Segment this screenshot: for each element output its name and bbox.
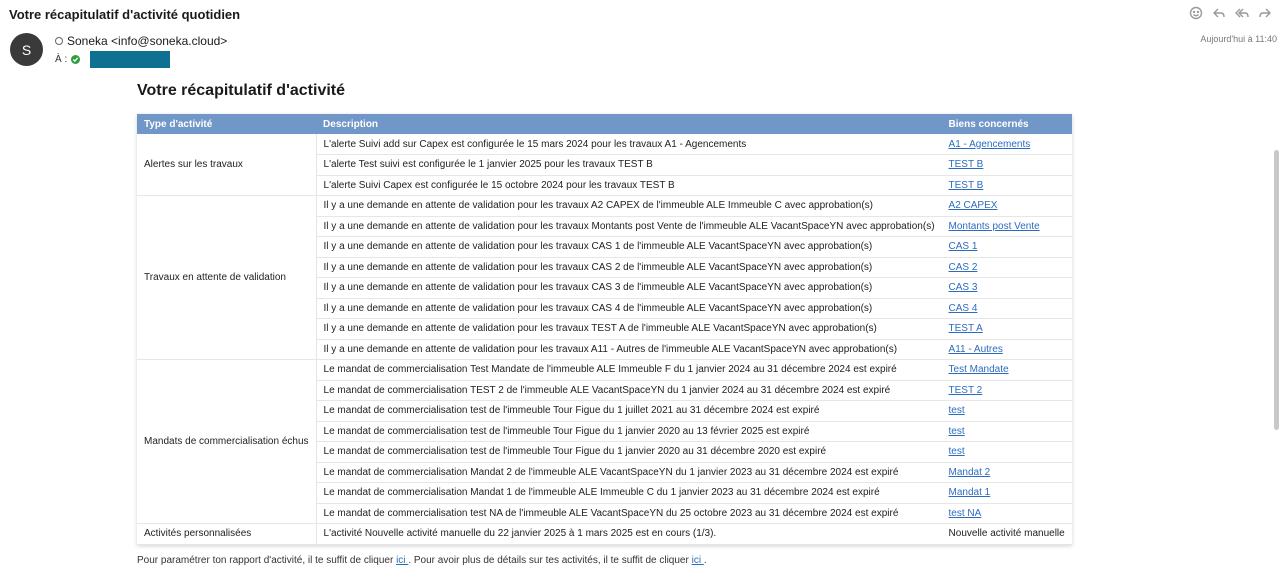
description-cell: Il y a une demande en attente de validat…: [316, 216, 942, 237]
to-label: À :: [55, 53, 68, 65]
bien-link[interactable]: CAS 4: [949, 303, 978, 314]
description-cell: Il y a une demande en attente de validat…: [316, 195, 942, 217]
bien-link[interactable]: A1 - Agencements: [949, 139, 1031, 150]
presence-status-icon: [55, 37, 63, 45]
description-cell: Le mandat de commercialisation test de l…: [316, 421, 942, 442]
description-cell: L'alerte Suivi Capex est configurée le 1…: [316, 175, 942, 196]
activity-type-cell: Travaux en attente de validation: [137, 195, 317, 360]
header-type: Type d'activité: [137, 114, 317, 134]
description-cell: L'alerte Test suivi est configurée le 1 …: [316, 154, 942, 176]
header-description: Description: [316, 114, 942, 134]
bien-link[interactable]: TEST B: [949, 180, 984, 191]
bien-cell: test: [941, 400, 1072, 422]
bien-cell: test: [941, 441, 1072, 463]
bien-link[interactable]: TEST 2: [949, 385, 983, 396]
header-biens: Biens concernés: [941, 114, 1072, 134]
bien-cell: A1 - Agencements: [941, 134, 1072, 155]
description-cell: Le mandat de commercialisation Mandat 1 …: [316, 482, 942, 504]
footer-text: Pour paramétrer ton rapport d'activité, …: [137, 555, 707, 566]
activity-type-cell: Mandats de commercialisation échus: [137, 359, 317, 524]
bien-cell: Test Mandate: [941, 359, 1072, 381]
bien-link[interactable]: Mandat 2: [949, 467, 991, 478]
recipient-address-redacted[interactable]: [90, 50, 171, 68]
bien-link[interactable]: TEST B: [949, 159, 984, 170]
description-cell: Le mandat de commercialisation test NA d…: [316, 503, 942, 524]
sender-avatar: S: [10, 33, 43, 66]
bien-cell: Nouvelle activité manuelle: [941, 523, 1072, 545]
verified-check-icon: [71, 54, 81, 64]
recipient-line: À :: [55, 50, 171, 68]
activity-type-cell: Alertes sur les travaux: [137, 134, 317, 196]
description-cell: Il y a une demande en attente de validat…: [316, 257, 942, 278]
bien-link[interactable]: test NA: [949, 508, 982, 519]
description-cell: Le mandat de commercialisation test de l…: [316, 400, 942, 422]
description-cell: Le mandat de commercialisation TEST 2 de…: [316, 380, 942, 401]
bien-link[interactable]: Test Mandate: [949, 364, 1009, 375]
bien-cell: TEST B: [941, 154, 1072, 176]
bien-cell: TEST B: [941, 175, 1072, 196]
email-toolbar: [1189, 6, 1272, 20]
bien-cell: Mandat 1: [941, 482, 1072, 504]
description-cell: Il y a une demande en attente de validat…: [316, 277, 942, 299]
description-cell: Il y a une demande en attente de validat…: [316, 236, 942, 258]
bien-cell: CAS 3: [941, 277, 1072, 299]
reply-icon[interactable]: [1212, 6, 1226, 20]
bien-cell: CAS 4: [941, 298, 1072, 319]
bien-link[interactable]: A2 CAPEX: [949, 200, 998, 211]
page-title: Votre récapitulatif d'activité: [137, 82, 346, 99]
bien-cell: test NA: [941, 503, 1072, 524]
bien-link[interactable]: test: [949, 405, 965, 416]
activity-table: Type d'activité Description Biens concer…: [137, 114, 1072, 545]
table-row: Alertes sur les travaux L'alerte Suivi ad…: [137, 134, 1072, 196]
description-cell: Il y a une demande en attente de validat…: [316, 339, 942, 360]
bien-link[interactable]: Mandat 1: [949, 487, 991, 498]
description-cell: L'alerte Suivi add sur Capex est configu…: [316, 134, 942, 155]
table-row: Mandats de commercialisation échus Le man…: [137, 359, 1072, 524]
forward-icon[interactable]: [1258, 6, 1272, 20]
smiley-icon[interactable]: [1189, 6, 1203, 20]
bien-cell: A11 - Autres: [941, 339, 1072, 360]
description-cell: Il y a une demande en attente de validat…: [316, 318, 942, 340]
bien-link[interactable]: test: [949, 446, 965, 457]
description-cell: Le mandat de commercialisation Mandat 2 …: [316, 462, 942, 483]
table-header-row: Type d'activité Description Biens concer…: [137, 114, 1072, 134]
table-row: Activités personnalisées L'activité Nouve…: [137, 523, 1072, 545]
description-cell: Le mandat de commercialisation Test Mand…: [316, 359, 942, 381]
details-link[interactable]: ici: [692, 555, 704, 566]
bien-link[interactable]: TEST A: [949, 323, 983, 334]
bien-cell: TEST A: [941, 318, 1072, 340]
sender-line: Soneka <info@soneka.cloud>: [55, 34, 227, 48]
bien-link[interactable]: CAS 3: [949, 282, 978, 293]
sender-address[interactable]: Soneka <info@soneka.cloud>: [67, 34, 227, 48]
activity-type-cell: Activités personnalisées: [137, 523, 317, 545]
bien-link[interactable]: Montants post Vente: [949, 221, 1040, 232]
bien-link[interactable]: CAS 2: [949, 262, 978, 273]
description-cell: Le mandat de commercialisation test de l…: [316, 441, 942, 463]
bien-link[interactable]: CAS 1: [949, 241, 978, 252]
bien-cell: Montants post Vente: [941, 216, 1072, 237]
bien-cell: Mandat 2: [941, 462, 1072, 483]
reply-all-icon[interactable]: [1235, 6, 1249, 20]
bien-cell: A2 CAPEX: [941, 195, 1072, 217]
email-date: Aujourd'hui à 11:40: [1200, 34, 1277, 44]
settings-link[interactable]: ici: [396, 555, 408, 566]
description-cell: L'activité Nouvelle activité manuelle du…: [316, 523, 942, 545]
bien-text: Nouvelle activité manuelle: [948, 528, 1065, 540]
email-subject: Votre récapitulatif d'activité quotidien: [9, 7, 241, 22]
bien-cell: TEST 2: [941, 380, 1072, 401]
bien-link[interactable]: test: [949, 426, 965, 437]
bien-link[interactable]: A11 - Autres: [949, 344, 1003, 355]
description-cell: Il y a une demande en attente de validat…: [316, 298, 942, 319]
bien-cell: CAS 2: [941, 257, 1072, 278]
table-row: Travaux en attente de validation Il y a u…: [137, 195, 1072, 360]
bien-cell: CAS 1: [941, 236, 1072, 258]
bien-cell: test: [941, 421, 1072, 442]
scrollbar[interactable]: [1274, 150, 1279, 430]
